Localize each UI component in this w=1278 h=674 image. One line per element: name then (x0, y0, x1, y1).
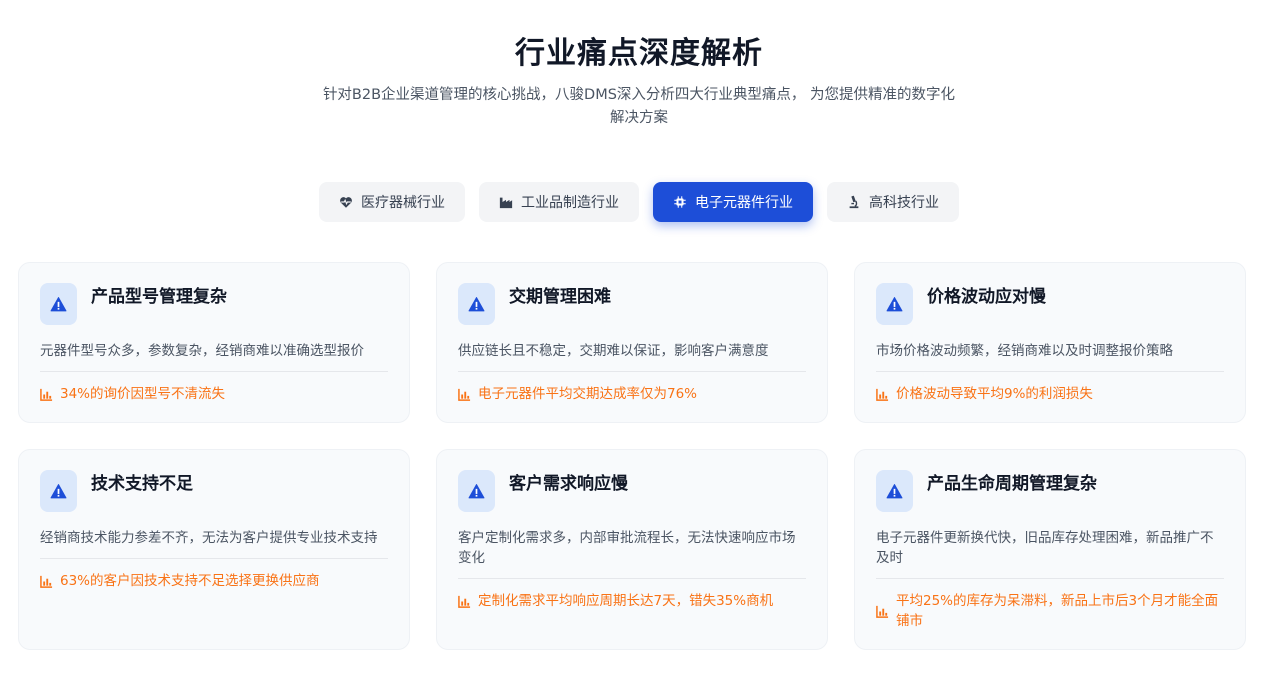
tab-label: 高科技行业 (869, 195, 939, 211)
tab-label: 工业品制造行业 (521, 195, 619, 211)
microscope-icon (847, 195, 861, 209)
card-description: 客户定制化需求多，内部审批流程长，无法快速响应市场变化 (458, 528, 806, 579)
stat-text: 价格波动导致平均9%的利润损失 (896, 386, 1093, 402)
card-title: 客户需求响应慢 (509, 474, 628, 494)
industry-tabs: 医疗器械行业 工业品制造行业 电子元器件行业 高科技行业 (0, 182, 1278, 222)
card-statistic: 定制化需求平均响应周期长达7天，错失35%商机 (458, 591, 806, 611)
chart-bar-icon (458, 388, 471, 401)
stat-text: 63%的客户因技术支持不足选择更换供应商 (60, 573, 320, 589)
stat-text: 平均25%的库存为呆滞料，新品上市后3个月才能全面铺市 (896, 593, 1219, 629)
pain-point-card: 交期管理困难 供应链长且不稳定，交期难以保证，影响客户满意度 电子元器件平均交期… (436, 262, 828, 423)
pain-points-grid: 产品型号管理复杂 元器件型号众多，参数复杂，经销商难以准确选型报价 34%的询价… (18, 262, 1246, 650)
section-header: 行业痛点深度解析 针对B2B企业渠道管理的核心挑战，八骏DMS深入分析四大行业典… (0, 34, 1278, 130)
tab-label: 电子元器件行业 (695, 195, 793, 211)
card-statistic: 电子元器件平均交期达成率仅为76% (458, 384, 806, 404)
warning-triangle-icon (40, 470, 77, 512)
stat-text: 电子元器件平均交期达成率仅为76% (478, 386, 698, 402)
tab-industrial-manufacturing[interactable]: 工业品制造行业 (479, 182, 639, 222)
card-title: 价格波动应对慢 (927, 287, 1046, 307)
pain-point-card: 价格波动应对慢 市场价格波动频繁，经销商难以及时调整报价策略 价格波动导致平均9… (854, 262, 1246, 423)
pain-point-card: 产品型号管理复杂 元器件型号众多，参数复杂，经销商难以准确选型报价 34%的询价… (18, 262, 410, 423)
page-subtitle: 针对B2B企业渠道管理的核心挑战，八骏DMS深入分析四大行业典型痛点， 为您提供… (322, 87, 956, 126)
card-description: 市场价格波动频繁，经销商难以及时调整报价策略 (876, 341, 1224, 372)
pain-point-card: 产品生命周期管理复杂 电子元器件更新换代快，旧品库存处理困难，新品推广不及时 平… (854, 449, 1246, 650)
tab-medical-devices[interactable]: 医疗器械行业 (319, 182, 465, 222)
microchip-icon (673, 195, 687, 209)
stat-text: 34%的询价因型号不清流失 (60, 386, 226, 402)
card-description: 电子元器件更新换代快，旧品库存处理困难，新品推广不及时 (876, 528, 1224, 579)
card-title: 技术支持不足 (91, 474, 193, 494)
card-description: 供应链长且不稳定，交期难以保证，影响客户满意度 (458, 341, 806, 372)
chart-bar-icon (40, 575, 53, 588)
card-title: 产品生命周期管理复杂 (927, 474, 1097, 494)
pain-point-card: 客户需求响应慢 客户定制化需求多，内部审批流程长，无法快速响应市场变化 定制化需… (436, 449, 828, 650)
card-title: 交期管理困难 (509, 287, 611, 307)
warning-triangle-icon (876, 283, 913, 325)
card-description: 经销商技术能力参差不齐，无法为客户提供专业技术支持 (40, 528, 388, 559)
page-title: 行业痛点深度解析 (515, 36, 763, 71)
warning-triangle-icon (40, 283, 77, 325)
stat-text: 定制化需求平均响应周期长达7天，错失35%商机 (478, 593, 774, 609)
tab-label: 医疗器械行业 (361, 195, 445, 211)
chart-bar-icon (40, 388, 53, 401)
card-statistic: 63%的客户因技术支持不足选择更换供应商 (40, 571, 388, 591)
chart-bar-icon (876, 388, 889, 401)
card-statistic: 价格波动导致平均9%的利润损失 (876, 384, 1224, 404)
tab-electronic-components[interactable]: 电子元器件行业 (653, 182, 813, 222)
tab-high-tech[interactable]: 高科技行业 (827, 182, 959, 222)
warning-triangle-icon (876, 470, 913, 512)
heartbeat-icon (339, 195, 353, 209)
card-title: 产品型号管理复杂 (91, 287, 227, 307)
card-statistic: 平均25%的库存为呆滞料，新品上市后3个月才能全面铺市 (876, 591, 1224, 631)
pain-point-card: 技术支持不足 经销商技术能力参差不齐，无法为客户提供专业技术支持 63%的客户因… (18, 449, 410, 650)
card-description: 元器件型号众多，参数复杂，经销商难以准确选型报价 (40, 341, 388, 372)
warning-triangle-icon (458, 470, 495, 512)
chart-bar-icon (458, 595, 471, 608)
chart-bar-icon (876, 605, 889, 618)
card-statistic: 34%的询价因型号不清流失 (40, 384, 388, 404)
warning-triangle-icon (458, 283, 495, 325)
industry-icon (499, 195, 513, 209)
